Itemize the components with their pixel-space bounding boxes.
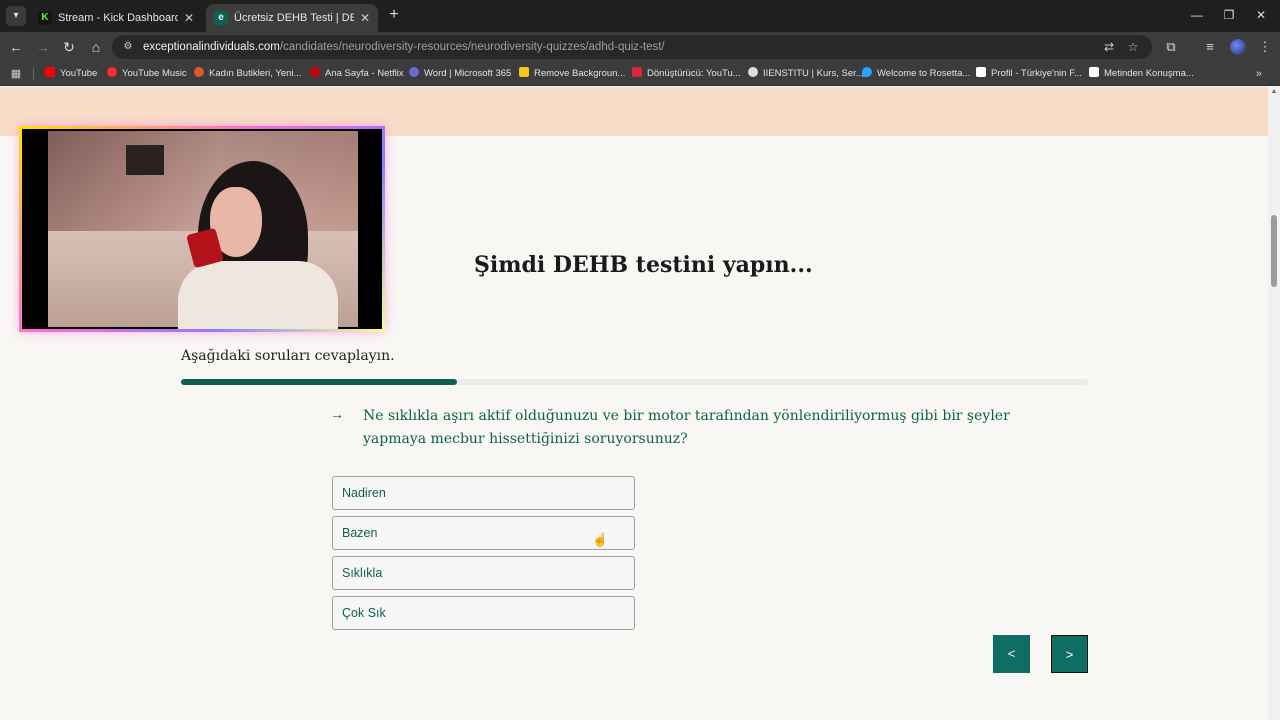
bookmark-youtube-music[interactable]: YouTube Music <box>107 62 187 86</box>
tab-dehb-test[interactable]: e Ücretsiz DEHB Testi | DEHB'im V ✕ <box>206 4 378 32</box>
bookmark-iienstitu[interactable]: IIENSTITU | Kurs, Ser... <box>748 62 864 86</box>
tab-title: Ücretsiz DEHB Testi | DEHB'im V <box>234 12 354 24</box>
speech-icon <box>1089 67 1099 77</box>
site-favicon-icon: e <box>214 11 228 25</box>
back-icon[interactable]: ← <box>5 36 27 58</box>
shop-icon <box>194 67 204 77</box>
url-text[interactable]: exceptionalindividuals.com/candidates/ne… <box>143 35 665 59</box>
quiz-progress-fill <box>181 379 457 385</box>
bookmark-netflix[interactable]: Ana Sayfa - Netflix <box>310 62 404 86</box>
iienstitu-icon <box>748 67 758 77</box>
previous-question-button[interactable]: < <box>993 635 1030 673</box>
bookmarks-divider <box>33 68 34 80</box>
page-title: Şimdi DEHB testini yapın... <box>474 252 813 278</box>
bookmark-remove-bg[interactable]: Remove Backgroun... <box>519 62 625 86</box>
webcam-poster <box>126 145 164 175</box>
bookmark-profil[interactable]: Profil - Türkiye'nin F... <box>976 62 1082 86</box>
url-path: /candidates/neurodiversity-resources/neu… <box>279 41 665 53</box>
tab-close-icon[interactable]: ✕ <box>360 4 370 32</box>
youtube-icon <box>45 67 55 77</box>
bookmark-label: Word | Microsoft 365 <box>424 68 512 79</box>
bookmark-label: Profil - Türkiye'nin F... <box>991 68 1082 79</box>
scrollbar-thumb[interactable] <box>1271 215 1277 287</box>
hand-cursor-icon: ☝ <box>592 532 609 547</box>
window-close-icon[interactable]: ✕ <box>1246 4 1276 26</box>
webcam-overlay <box>19 126 385 332</box>
bookmark-label: YouTube Music <box>122 68 187 79</box>
reload-icon[interactable]: ↻ <box>58 36 80 58</box>
bookmark-label: Remove Backgroun... <box>534 68 626 79</box>
answer-option-bazen[interactable]: Bazen <box>332 516 635 550</box>
kick-favicon-icon: K <box>38 11 52 25</box>
bookmark-metinden[interactable]: Metinden Konuşma... <box>1089 62 1194 86</box>
bookmark-label: Dönüştürücü: YouTu... <box>647 68 741 79</box>
rosetta-icon <box>862 67 872 77</box>
home-icon[interactable]: ⌂ <box>85 36 107 58</box>
tab-kick-dashboard[interactable]: K Stream - Kick Dashboard ✕ <box>30 4 202 32</box>
next-question-button[interactable]: > <box>1051 635 1088 673</box>
tab-search-button[interactable]: ▾ <box>6 6 26 26</box>
media-control-icon[interactable]: ≡ <box>1199 36 1221 58</box>
bookmark-word[interactable]: Word | Microsoft 365 <box>409 62 511 86</box>
extensions-icon[interactable]: ⧉ <box>1160 36 1182 58</box>
bookmark-label: Ana Sayfa - Netflix <box>325 68 404 79</box>
answer-option-nadiren[interactable]: Nadiren <box>332 476 635 510</box>
answer-option-cok-sik[interactable]: Çok Sık <box>332 596 635 630</box>
tab-strip: ▾ K Stream - Kick Dashboard ✕ e Ücretsiz… <box>0 0 1280 32</box>
site-info-icon[interactable]: ⚙ <box>120 39 136 55</box>
bookmark-label: Welcome to Rosetta... <box>877 68 971 79</box>
webcam-person-sweater <box>178 261 338 329</box>
converter-icon <box>632 67 642 77</box>
arrow-right-icon: → <box>330 406 344 422</box>
apps-grid-icon[interactable]: ▦ <box>8 66 24 82</box>
restore-icon[interactable]: ❐ <box>1214 4 1244 26</box>
quiz-progress-bar <box>181 379 1088 385</box>
bookmark-star-icon[interactable]: ☆ <box>1124 38 1142 56</box>
pen-icon <box>976 67 986 77</box>
profile-avatar-icon[interactable] <box>1230 39 1246 55</box>
quiz-instructions: Aşağıdaki soruları cevaplayın. <box>181 348 395 364</box>
browser-toolbar: ← → ↻ ⌂ ⚙ exceptionalindividuals.com/can… <box>0 32 1280 62</box>
translate-icon[interactable]: ⇄ <box>1100 38 1118 56</box>
minimize-icon[interactable]: — <box>1182 4 1212 26</box>
tab-close-icon[interactable]: ✕ <box>184 4 194 32</box>
bookmark-label: Metinden Konuşma... <box>1104 68 1194 79</box>
netflix-icon <box>310 67 320 77</box>
more-menu-icon[interactable]: ⋮ <box>1254 36 1276 58</box>
remove-bg-icon <box>519 67 529 77</box>
tab-title: Stream - Kick Dashboard <box>58 12 178 24</box>
webcam-video <box>48 131 358 329</box>
youtube-music-icon <box>107 67 117 77</box>
more-bookmarks-icon[interactable]: » <box>1256 62 1262 86</box>
bookmark-label: IIENSTITU | Kurs, Ser... <box>763 68 864 79</box>
new-tab-button[interactable]: + <box>384 4 404 26</box>
bookmarks-bar: ▦ YouTube YouTube Music Kadın Butikleri,… <box>0 62 1280 86</box>
quiz-question: Ne sıklıkla aşırı aktif olduğunuzu ve bi… <box>363 408 1010 447</box>
microsoft-365-icon <box>409 67 419 77</box>
bookmark-converter[interactable]: Dönüştürücü: YouTu... <box>632 62 741 86</box>
bookmark-youtube[interactable]: YouTube <box>45 62 97 86</box>
page-scrollbar[interactable]: ▲ <box>1268 87 1280 720</box>
bookmark-label: Kadın Butikleri, Yeni... <box>209 68 302 79</box>
answer-option-siklikla[interactable]: Sıklıkla <box>332 556 635 590</box>
forward-icon[interactable]: → <box>32 36 54 58</box>
bookmark-rosetta[interactable]: Welcome to Rosetta... <box>862 62 970 86</box>
bookmark-kadin-butikleri[interactable]: Kadın Butikleri, Yeni... <box>194 62 301 86</box>
address-bar[interactable]: ⚙ exceptionalindividuals.com/candidates/… <box>112 35 1152 59</box>
bookmark-label: YouTube <box>60 68 98 79</box>
url-host: exceptionalindividuals.com <box>143 41 280 53</box>
scroll-up-icon[interactable]: ▲ <box>1270 88 1278 95</box>
